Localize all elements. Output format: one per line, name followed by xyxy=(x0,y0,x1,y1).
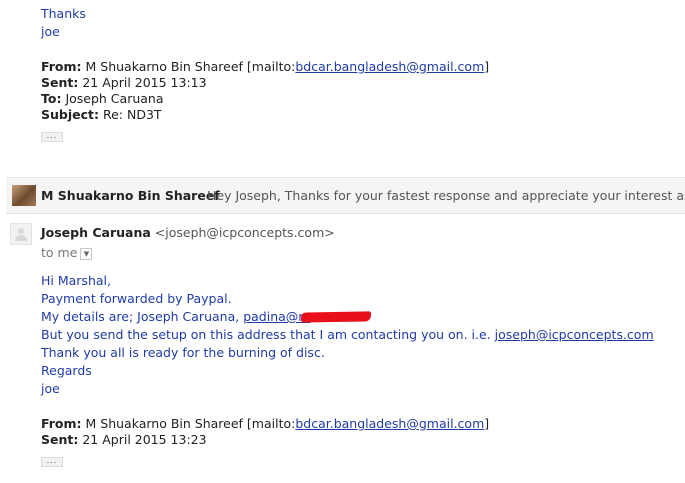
from-label: From: xyxy=(41,416,82,431)
joseph-email-link[interactable]: joseph@icpconcepts.com xyxy=(495,327,654,342)
quoted-to-line: To: Joseph Caruana xyxy=(41,91,164,106)
to-value: Joseph Caruana xyxy=(65,91,164,106)
redaction-mark xyxy=(300,311,372,323)
from-email-link[interactable]: bdcar.bangladesh@gmail.com xyxy=(295,416,484,431)
regards: Regards xyxy=(41,363,92,378)
message-sent-line: Sent: 21 April 2015 13:23 xyxy=(41,432,207,447)
collapsed-snippet: Hey Joseph, Thanks for your fastest resp… xyxy=(207,188,685,203)
sent-value: 21 April 2015 13:23 xyxy=(82,432,207,447)
sent-label: Sent: xyxy=(41,432,79,447)
to-me-label: to me xyxy=(41,245,78,260)
body-line-3-text: But you send the setup on this address t… xyxy=(41,327,491,342)
quoted-thanks: Thanks xyxy=(41,6,86,21)
message-sender: Joseph Caruana xyxy=(41,225,151,240)
quoted-sent-line: Sent: 21 April 2015 13:13 xyxy=(41,75,207,90)
quoted-signature: joe xyxy=(41,24,60,39)
collapsed-message-row[interactable]: M Shuakarno Bin Shareef Hey Joseph, Than… xyxy=(6,177,685,214)
collapsed-sender: M Shuakarno Bin Shareef xyxy=(41,188,220,203)
show-trimmed-content-button[interactable]: ... xyxy=(41,132,63,142)
greeting: Hi Marshal, xyxy=(41,273,111,288)
from-name: M Shuakarno Bin Shareef [mailto: xyxy=(85,59,296,74)
message-from-line: From: M Shuakarno Bin Shareef [mailto:bd… xyxy=(41,416,489,431)
quoted-subject-line: Subject: Re: ND3T xyxy=(41,107,162,122)
from-label: From: xyxy=(41,59,82,74)
recipient-line: to me ▼ xyxy=(41,245,93,260)
message-sender-email: <joseph@icpconcepts.com> xyxy=(154,225,335,240)
from-close: ] xyxy=(484,416,490,431)
body-line-2: My details are; Joseph Caruana, padina@m xyxy=(41,309,310,324)
from-name: M Shuakarno Bin Shareef [mailto: xyxy=(85,416,296,431)
show-trimmed-content-button[interactable]: ... xyxy=(41,457,63,467)
from-email-link[interactable]: bdcar.bangladesh@gmail.com xyxy=(295,59,484,74)
subject-label: Subject: xyxy=(41,107,99,122)
signature: joe xyxy=(41,381,60,396)
chevron-down-icon[interactable]: ▼ xyxy=(80,247,93,260)
sent-value: 21 April 2015 13:13 xyxy=(82,75,207,90)
subject-value: Re: ND3T xyxy=(102,107,162,122)
to-label: To: xyxy=(41,91,62,106)
body-line-1: Payment forwarded by Paypal. xyxy=(41,291,232,306)
sender-avatar xyxy=(12,185,36,206)
quoted-from-line: From: M Shuakarno Bin Shareef [mailto:bd… xyxy=(41,59,489,74)
body-line-3: But you send the setup on this address t… xyxy=(41,327,654,342)
message-sender-line: Joseph Caruana <joseph@icpconcepts.com> xyxy=(41,225,335,240)
from-close: ] xyxy=(484,59,490,74)
body-line-2-text: My details are; Joseph Caruana, xyxy=(41,309,240,324)
sent-label: Sent: xyxy=(41,75,79,90)
default-avatar-icon xyxy=(10,223,32,245)
body-line-4: Thank you all is ready for the burning o… xyxy=(41,345,325,360)
